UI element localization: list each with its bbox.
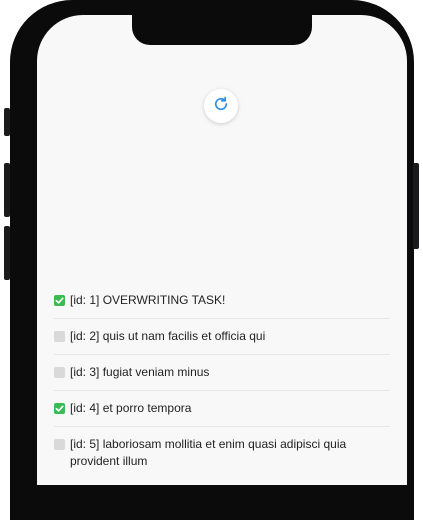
- checkbox-unchecked-icon[interactable]: [54, 439, 65, 450]
- todo-id: [id: 4]: [70, 401, 100, 415]
- todo-list: [id: 1] OVERWRITING TASK! [id: 2] quis u…: [54, 283, 390, 479]
- todo-text: [id: 1] OVERWRITING TASK!: [70, 292, 390, 309]
- todo-title: OVERWRITING TASK!: [102, 293, 226, 307]
- volume-down-button: [4, 226, 10, 280]
- list-item[interactable]: [id: 2] quis ut nam facilis et officia q…: [54, 319, 390, 355]
- power-button: [413, 163, 419, 249]
- todo-title: laboriosam mollitia et enim quasi adipis…: [70, 437, 347, 468]
- todo-text: [id: 3] fugiat veniam minus: [70, 364, 390, 381]
- checkbox-unchecked-icon[interactable]: [54, 367, 65, 378]
- todo-id: [id: 5]: [70, 437, 100, 451]
- todo-id: [id: 2]: [70, 329, 100, 343]
- list-item[interactable]: [id: 1] OVERWRITING TASK!: [54, 283, 390, 319]
- checkbox-checked-icon[interactable]: [54, 403, 65, 414]
- todo-title: et porro tempora: [102, 401, 192, 415]
- checkbox-unchecked-icon[interactable]: [54, 331, 65, 342]
- todo-title: fugiat veniam minus: [102, 365, 210, 379]
- mute-switch: [4, 108, 10, 136]
- volume-up-button: [4, 163, 10, 217]
- phone-frame: [id: 1] OVERWRITING TASK! [id: 2] quis u…: [10, 0, 414, 520]
- todo-id: [id: 1]: [70, 293, 100, 307]
- todo-text: [id: 5] laboriosam mollitia et enim quas…: [70, 436, 390, 470]
- todo-text: [id: 4] et porro tempora: [70, 400, 390, 417]
- list-item[interactable]: [id: 4] et porro tempora: [54, 391, 390, 427]
- refresh-icon: [212, 95, 230, 118]
- device-notch: [132, 15, 312, 45]
- todo-id: [id: 3]: [70, 365, 100, 379]
- pull-to-refresh-indicator[interactable]: [204, 89, 238, 123]
- app-screen: [id: 1] OVERWRITING TASK! [id: 2] quis u…: [37, 15, 407, 485]
- checkbox-checked-icon[interactable]: [54, 295, 65, 306]
- todo-title: quis ut nam facilis et officia qui: [102, 329, 266, 343]
- list-item[interactable]: [id: 5] laboriosam mollitia et enim quas…: [54, 427, 390, 479]
- list-item[interactable]: [id: 3] fugiat veniam minus: [54, 355, 390, 391]
- todo-text: [id: 2] quis ut nam facilis et officia q…: [70, 328, 390, 345]
